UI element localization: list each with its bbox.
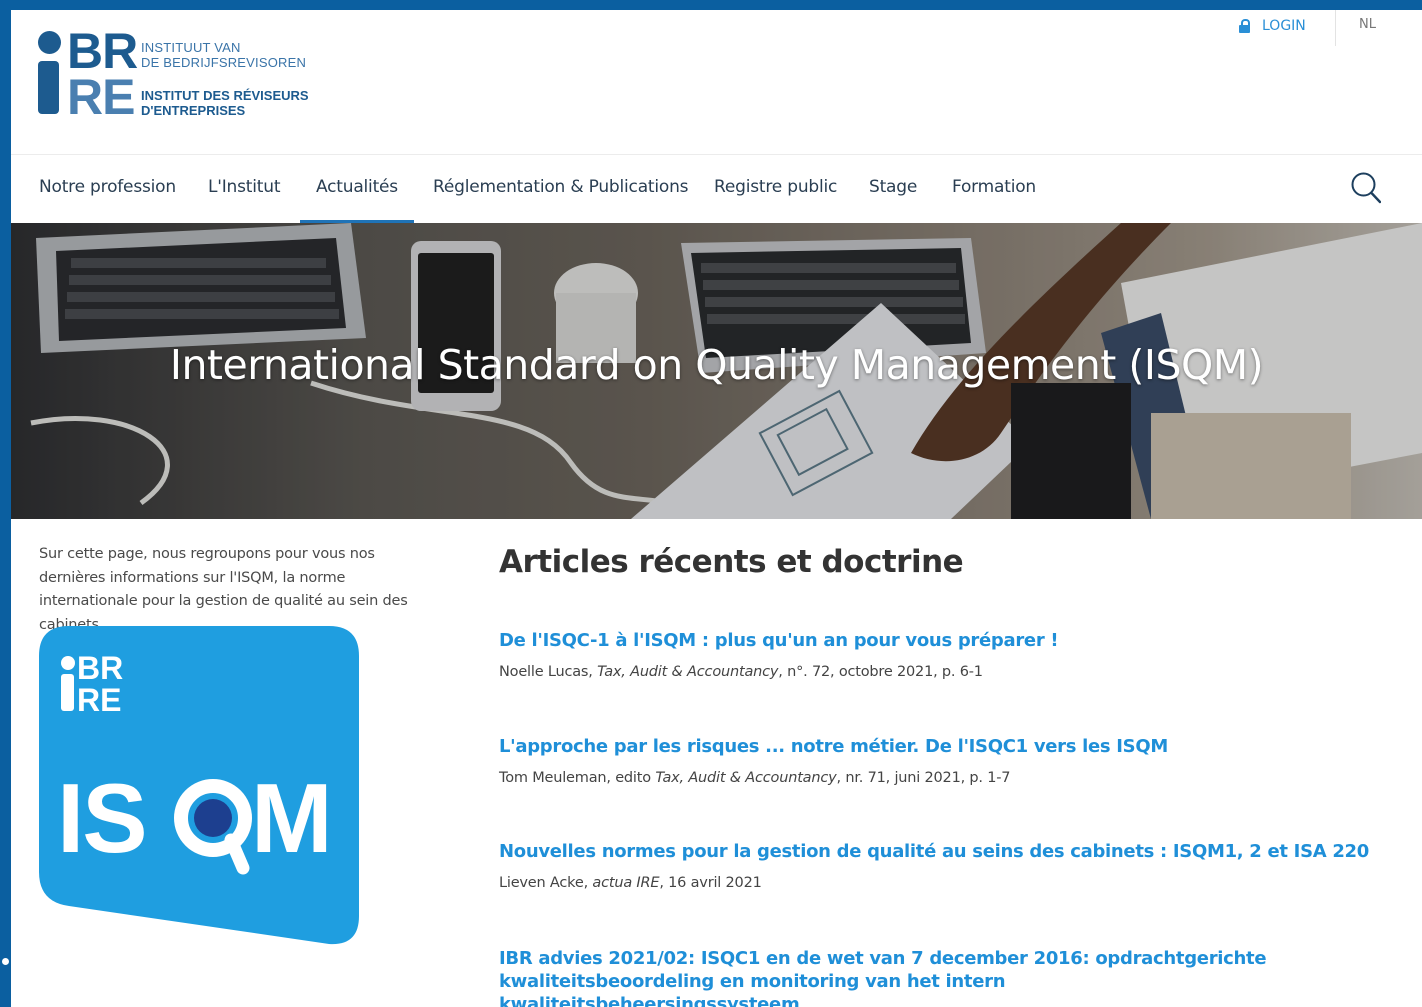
logo-name-fr: INSTITUT DES RÉVISEURS D'ENTREPRISES bbox=[141, 88, 309, 118]
logo-name-fr-line1: INSTITUT DES RÉVISEURS bbox=[141, 88, 309, 103]
logo-name-nl-line1: INSTITUUT VAN bbox=[141, 40, 241, 55]
logo-name-fr-line2: D'ENTREPRISES bbox=[141, 103, 246, 118]
article-title-link[interactable]: De l'ISQC-1 à l'ISQM : plus qu'un an pou… bbox=[499, 629, 1379, 652]
article-journal: Tax, Audit & Accountancy bbox=[597, 664, 779, 680]
article-title-link[interactable]: L'approche par les risques ... notre mét… bbox=[499, 735, 1379, 758]
article-details: , nr. 71, juni 2021, p. 1-7 bbox=[836, 770, 1011, 786]
main-nav: Notre profession L'Institut Actualités R… bbox=[11, 155, 1422, 223]
header-divider bbox=[1335, 10, 1336, 46]
article-item: De l'ISQC-1 à l'ISQM : plus qu'un an pou… bbox=[499, 629, 1379, 680]
hero-title: International Standard on Quality Manage… bbox=[169, 341, 1264, 389]
isqm-card-logo-bar bbox=[61, 674, 74, 711]
language-switch-nl[interactable]: NL bbox=[1359, 17, 1376, 32]
isqm-card-logo-top: BR bbox=[77, 650, 123, 686]
isqm-logo-card: BR RE IS M bbox=[39, 626, 359, 946]
isqm-card-logo-dot bbox=[61, 656, 75, 670]
logo-dot bbox=[38, 31, 61, 54]
intro-text: Sur cette page, nous regroupons pour vou… bbox=[39, 546, 408, 633]
lock-icon bbox=[1239, 19, 1250, 33]
hero-banner: International Standard on Quality Manage… bbox=[11, 223, 1422, 519]
nav-item-reglementation-publications[interactable]: Réglementation & Publications bbox=[433, 155, 689, 223]
article-meta: Noelle Lucas, Tax, Audit & Accountancy, … bbox=[499, 664, 1379, 680]
article-meta: Tom Meuleman, edito Tax, Audit & Account… bbox=[499, 770, 1379, 786]
article-item: L'approche par les risques ... notre mét… bbox=[499, 735, 1379, 786]
nav-item-formation[interactable]: Formation bbox=[952, 155, 1036, 223]
nav-item-notre-profession[interactable]: Notre profession bbox=[39, 155, 176, 223]
article-item: Nouvelles normes pour la gestion de qual… bbox=[499, 840, 1379, 891]
nav-item-registre-public[interactable]: Registre public bbox=[714, 155, 837, 223]
page-frame: BR RE INSTITUUT VAN DE BEDRIJFSREVISOREN… bbox=[11, 10, 1422, 1007]
isqm-word-m: M bbox=[251, 763, 333, 873]
nav-item-institut[interactable]: L'Institut bbox=[208, 155, 280, 223]
isqm-word-is: IS bbox=[57, 763, 146, 873]
article-journal: Tax, Audit & Accountancy bbox=[655, 770, 837, 786]
isqm-card-logo-bottom: RE bbox=[77, 682, 121, 718]
window-edge-dot bbox=[2, 958, 9, 965]
nav-item-actualites[interactable]: Actualités bbox=[300, 155, 414, 223]
articles-section-title: Articles récents et doctrine bbox=[499, 544, 964, 580]
isqm-logo-image: BR RE IS M bbox=[39, 626, 359, 945]
nav-item-stage[interactable]: Stage bbox=[869, 155, 917, 223]
logo-bar bbox=[38, 61, 59, 114]
logo-letters-bottom: RE bbox=[67, 69, 135, 125]
article-title-link[interactable]: IBR advies 2021/02: ISQC1 en de wet van … bbox=[499, 947, 1299, 1007]
logo-name-nl-line2: DE BEDRIJFSREVISOREN bbox=[141, 55, 307, 70]
search-icon[interactable] bbox=[1351, 172, 1381, 204]
login-link[interactable]: LOGIN bbox=[1239, 18, 1306, 34]
isqm-q-center bbox=[194, 799, 232, 837]
article-author: Tom Meuleman, edito bbox=[499, 770, 656, 786]
article-item: IBR advies 2021/02: ISQC1 en de wet van … bbox=[499, 947, 1299, 1007]
login-label: LOGIN bbox=[1262, 18, 1306, 34]
ibr-ire-logo[interactable]: BR RE INSTITUUT VAN DE BEDRIJFSREVISOREN… bbox=[37, 26, 327, 125]
article-author: Lieven Acke, bbox=[499, 875, 593, 891]
article-title-link[interactable]: Nouvelles normes pour la gestion de qual… bbox=[499, 840, 1379, 863]
article-author: Noelle Lucas, bbox=[499, 664, 598, 680]
article-journal: actua IRE bbox=[592, 875, 660, 891]
article-meta: Lieven Acke, actua IRE, 16 avril 2021 bbox=[499, 875, 1379, 891]
article-details: , n°. 72, octobre 2021, p. 6-1 bbox=[778, 664, 983, 680]
logo-name-nl: INSTITUUT VAN DE BEDRIJFSREVISOREN bbox=[141, 40, 306, 70]
article-details: , 16 avril 2021 bbox=[659, 875, 762, 891]
